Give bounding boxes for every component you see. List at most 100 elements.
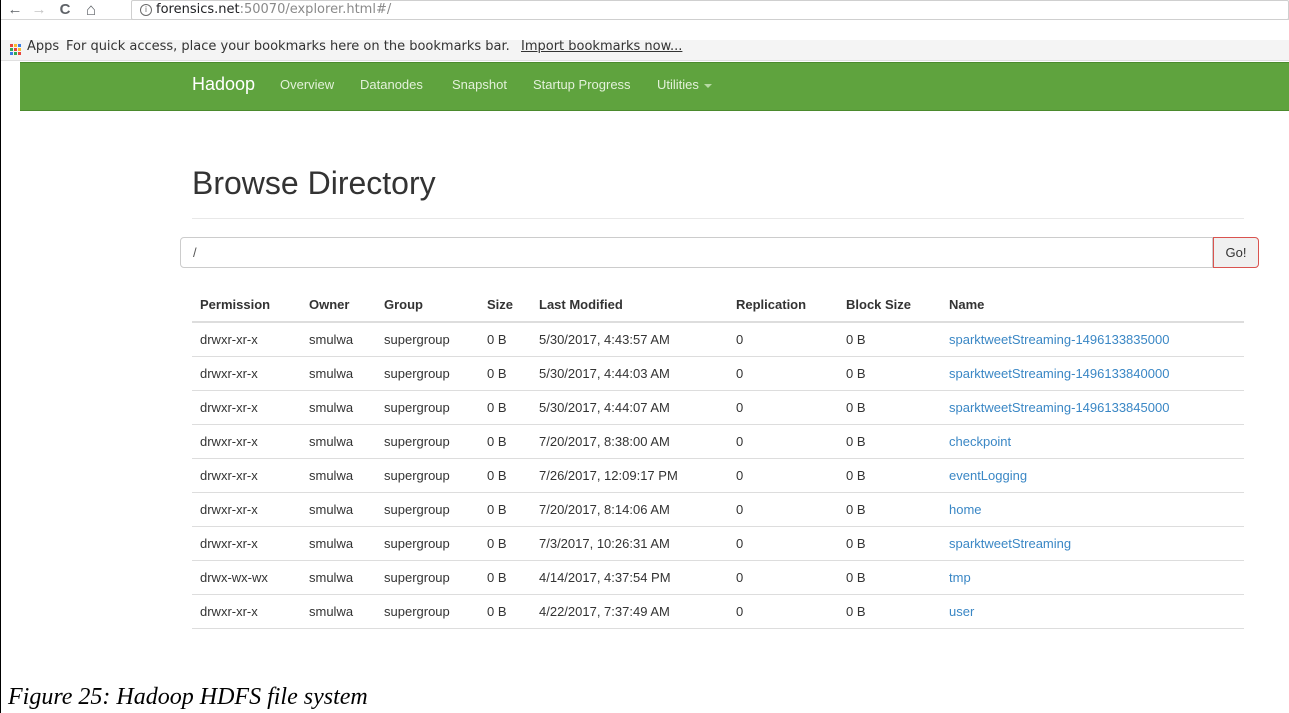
navbar-brand[interactable]: Hadoop bbox=[192, 74, 255, 95]
cell-owner: smulwa bbox=[301, 322, 376, 357]
caret-down-icon bbox=[703, 83, 712, 88]
cell-size: 0 B bbox=[479, 356, 531, 391]
import-bookmarks-link[interactable]: Import bookmarks now... bbox=[521, 39, 682, 54]
url-path: :50070/explorer.html#/ bbox=[239, 2, 392, 17]
forward-arrow-icon[interactable]: → bbox=[29, 0, 49, 19]
cell-permission: drwxr-xr-x bbox=[192, 492, 301, 527]
cell-last-modified: 5/30/2017, 4:44:07 AM bbox=[531, 390, 728, 425]
cell-owner: smulwa bbox=[301, 560, 376, 595]
entry-name-link[interactable]: sparktweetStreaming-1496133835000 bbox=[949, 332, 1169, 347]
cell-name: sparktweetStreaming bbox=[941, 526, 1244, 561]
cell-block-size: 0 B bbox=[838, 594, 941, 629]
table-row: drwxr-xr-x smulwa supergroup 0 B 7/20/2017, … bbox=[192, 492, 1244, 527]
cell-size: 0 B bbox=[479, 390, 531, 425]
entry-name-link[interactable]: tmp bbox=[949, 570, 971, 585]
cell-group: supergroup bbox=[376, 594, 479, 629]
cell-owner: smulwa bbox=[301, 594, 376, 629]
home-icon[interactable]: ⌂ bbox=[81, 0, 101, 19]
cell-owner: smulwa bbox=[301, 526, 376, 561]
col-header-owner[interactable]: Owner bbox=[301, 287, 376, 323]
entry-name-link[interactable]: sparktweetStreaming-1496133845000 bbox=[949, 400, 1169, 415]
nav-utilities[interactable]: Utilities bbox=[657, 77, 712, 92]
cell-last-modified: 7/20/2017, 8:14:06 AM bbox=[531, 492, 728, 527]
table-row: drwxr-xr-x smulwa supergroup 0 B 7/20/2017, … bbox=[192, 424, 1244, 459]
col-header-name[interactable]: Name bbox=[941, 287, 1244, 323]
col-header-size[interactable]: Size bbox=[479, 287, 531, 323]
url-host: forensics.net bbox=[156, 2, 240, 17]
cell-size: 0 B bbox=[479, 458, 531, 493]
cell-replication: 0 bbox=[728, 390, 838, 425]
col-header-replication[interactable]: Replication bbox=[728, 287, 838, 323]
cell-group: supergroup bbox=[376, 560, 479, 595]
cell-permission: drwxr-xr-x bbox=[192, 390, 301, 425]
cell-block-size: 0 B bbox=[838, 492, 941, 527]
cell-block-size: 0 B bbox=[838, 458, 941, 493]
cell-owner: smulwa bbox=[301, 424, 376, 459]
cell-size: 0 B bbox=[479, 526, 531, 561]
apps-grid-icon[interactable] bbox=[10, 44, 22, 56]
nav-overview[interactable]: Overview bbox=[280, 77, 334, 92]
cell-permission: drwxr-xr-x bbox=[192, 526, 301, 561]
info-icon[interactable]: i bbox=[140, 4, 152, 16]
table-row: drwxr-xr-x smulwa supergroup 0 B 7/3/2017, 1… bbox=[192, 526, 1244, 561]
entry-name-link[interactable]: home bbox=[949, 502, 982, 517]
entry-name-link[interactable]: eventLogging bbox=[949, 468, 1027, 483]
cell-block-size: 0 B bbox=[838, 390, 941, 425]
cell-block-size: 0 B bbox=[838, 526, 941, 561]
table-row: drwxr-xr-x smulwa supergroup 0 B 5/30/2017, … bbox=[192, 322, 1244, 357]
cell-size: 0 B bbox=[479, 424, 531, 459]
browser-toolbar: ← → C ⌂ i forensics.net:50070/explorer.h… bbox=[1, 0, 1289, 20]
entry-name-link[interactable]: sparktweetStreaming bbox=[949, 536, 1071, 551]
reload-icon[interactable]: C bbox=[55, 0, 75, 19]
cell-name: sparktweetStreaming-1496133840000 bbox=[941, 356, 1244, 391]
cell-name: eventLogging bbox=[941, 458, 1244, 493]
go-button[interactable]: Go! bbox=[1213, 237, 1259, 268]
bookmarks-prompt: For quick access, place your bookmarks h… bbox=[66, 39, 510, 54]
col-header-block-size[interactable]: Block Size bbox=[838, 287, 941, 323]
cell-last-modified: 5/30/2017, 4:44:03 AM bbox=[531, 356, 728, 391]
cell-size: 0 B bbox=[479, 322, 531, 357]
cell-name: tmp bbox=[941, 560, 1244, 595]
cell-replication: 0 bbox=[728, 492, 838, 527]
address-bar[interactable]: i forensics.net:50070/explorer.html#/ bbox=[131, 0, 1289, 20]
directory-listing-table: Permission Owner Group Size Last Modifie… bbox=[192, 287, 1244, 629]
cell-permission: drwxr-xr-x bbox=[192, 356, 301, 391]
cell-last-modified: 7/26/2017, 12:09:17 PM bbox=[531, 458, 728, 493]
cell-block-size: 0 B bbox=[838, 560, 941, 595]
entry-name-link[interactable]: user bbox=[949, 604, 974, 619]
entry-name-link[interactable]: checkpoint bbox=[949, 434, 1011, 449]
col-header-permission[interactable]: Permission bbox=[192, 287, 301, 323]
nav-datanodes[interactable]: Datanodes bbox=[360, 77, 423, 92]
cell-size: 0 B bbox=[479, 492, 531, 527]
back-arrow-icon[interactable]: ← bbox=[5, 0, 25, 19]
entry-name-link[interactable]: sparktweetStreaming-1496133840000 bbox=[949, 366, 1169, 381]
cell-group: supergroup bbox=[376, 492, 479, 527]
col-header-group[interactable]: Group bbox=[376, 287, 479, 323]
cell-replication: 0 bbox=[728, 594, 838, 629]
cell-replication: 0 bbox=[728, 560, 838, 595]
cell-permission: drwxr-xr-x bbox=[192, 594, 301, 629]
cell-permission: drwxr-xr-x bbox=[192, 322, 301, 357]
apps-link[interactable]: Apps bbox=[27, 39, 59, 54]
cell-group: supergroup bbox=[376, 356, 479, 391]
cell-owner: smulwa bbox=[301, 390, 376, 425]
cell-group: supergroup bbox=[376, 526, 479, 561]
table-row: drwxr-xr-x smulwa supergroup 0 B 5/30/2017, … bbox=[192, 390, 1244, 425]
nav-startup-progress[interactable]: Startup Progress bbox=[533, 77, 631, 92]
table-row: drwxr-xr-x smulwa supergroup 0 B 7/26/2017, … bbox=[192, 458, 1244, 493]
cell-last-modified: 7/3/2017, 10:26:31 AM bbox=[531, 526, 728, 561]
cell-replication: 0 bbox=[728, 526, 838, 561]
cell-permission: drwx-wx-wx bbox=[192, 560, 301, 595]
table-body: drwxr-xr-x smulwa supergroup 0 B 5/30/2017, … bbox=[192, 322, 1244, 629]
cell-name: sparktweetStreaming-1496133835000 bbox=[941, 322, 1244, 357]
directory-path-input[interactable] bbox=[180, 237, 1213, 268]
table-row: drwx-wx-wx smulwa supergroup 0 B 4/14/2017, … bbox=[192, 560, 1244, 595]
col-header-last-modified[interactable]: Last Modified bbox=[531, 287, 728, 323]
cell-owner: smulwa bbox=[301, 356, 376, 391]
url-text: forensics.net:50070/explorer.html#/ bbox=[156, 2, 391, 17]
nav-snapshot[interactable]: Snapshot bbox=[452, 77, 507, 92]
cell-permission: drwxr-xr-x bbox=[192, 458, 301, 493]
cell-replication: 0 bbox=[728, 424, 838, 459]
cell-permission: drwxr-xr-x bbox=[192, 424, 301, 459]
cell-group: supergroup bbox=[376, 390, 479, 425]
